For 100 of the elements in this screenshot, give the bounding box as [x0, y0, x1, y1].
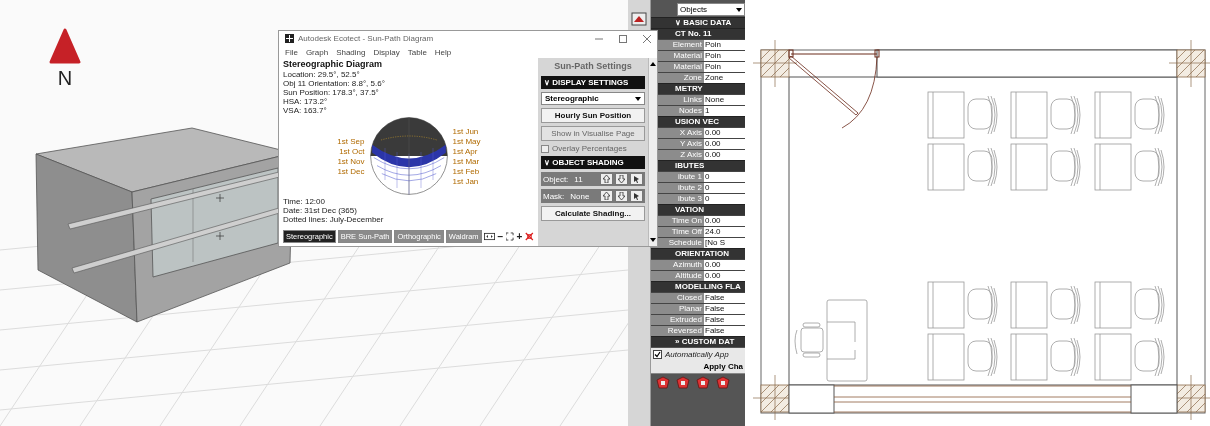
zoom-out-button[interactable]: −: [496, 231, 505, 242]
property-value[interactable]: 0: [704, 172, 745, 182]
menu-item[interactable]: Graph: [305, 47, 329, 57]
property-value[interactable]: 0.00: [704, 271, 745, 281]
property-label: Extruded: [651, 315, 704, 325]
down-arrow-icon: [618, 175, 625, 183]
month-label: 1st Sep: [337, 136, 365, 146]
month-label: 1st Dec: [337, 166, 365, 176]
property-value[interactable]: Poin: [704, 51, 745, 61]
property-value[interactable]: 1: [704, 106, 745, 116]
settings-title: Sun-Path Settings: [553, 60, 633, 73]
menu-item[interactable]: Shading: [336, 47, 366, 57]
maximize-icon[interactable]: [619, 34, 627, 43]
property-value[interactable]: 0.00: [704, 128, 745, 138]
property-label: Planar: [651, 304, 704, 314]
close-icon[interactable]: [643, 34, 651, 43]
property-label: Altitude: [651, 271, 704, 281]
property-value[interactable]: [No S: [704, 238, 745, 248]
menu-item[interactable]: Table: [407, 47, 427, 57]
section-header[interactable]: ∨ OBJECT SHADING: [541, 156, 645, 169]
month-label: 1st Jun: [452, 126, 480, 136]
toolbar-icon[interactable]: [655, 376, 671, 390]
month-label: 1st Feb: [452, 166, 481, 176]
view-dropdown[interactable]: Stereographic: [541, 92, 645, 105]
property-label: Azimuth: [651, 260, 704, 270]
settings-button[interactable]: Calculate Shading...: [541, 206, 645, 221]
property-value[interactable]: False: [704, 293, 745, 303]
property-value[interactable]: 0.00: [704, 139, 745, 149]
auto-apply-checkbox[interactable]: [653, 350, 662, 359]
property-value[interactable]: Zone: [704, 73, 745, 83]
menu-item[interactable]: File: [285, 47, 298, 57]
up-button[interactable]: [600, 173, 613, 185]
section-header[interactable]: ∨ DISPLAY SETTINGS: [541, 76, 645, 89]
diagram-info: Location: 29.5°, 52.5°: [283, 70, 361, 79]
property-value[interactable]: 0.00: [704, 216, 745, 226]
diagram-title: Stereographic Diagram: [283, 59, 384, 70]
north-arrow-icon: [49, 28, 81, 64]
menu-item[interactable]: Help: [434, 47, 452, 57]
diagram-info: Sun Position: 178.3°, 37.5°: [283, 88, 380, 97]
property-label: Closed: [651, 293, 704, 303]
stepper-label: Mask:: [543, 191, 565, 201]
north-label: N: [57, 68, 73, 88]
object-selector[interactable]: Objects: [677, 3, 745, 16]
property-value[interactable]: False: [704, 326, 745, 336]
settings-button[interactable]: Hourly Sun Position: [541, 108, 645, 123]
tab-scroll-icon[interactable]: [483, 232, 495, 241]
property-value[interactable]: 0.00: [704, 260, 745, 270]
property-value[interactable]: 0.00: [704, 150, 745, 160]
section-header[interactable]: ORIENTATION: [651, 248, 745, 259]
down-button[interactable]: [615, 173, 628, 185]
property-value[interactable]: 0: [704, 194, 745, 204]
caret-icon: [736, 7, 742, 12]
pointer-icon: [633, 192, 640, 200]
zoom-in-button[interactable]: +: [515, 231, 524, 242]
caret-icon: [635, 96, 641, 101]
property-value[interactable]: False: [704, 304, 745, 314]
stepper-label: Object:: [543, 174, 569, 184]
pick-button[interactable]: [630, 190, 643, 202]
section-header[interactable]: MODELLING FLA: [651, 281, 745, 292]
diagram-info: Obj 11 Orientation: 8.8°, 5.6°: [283, 79, 386, 88]
section-header[interactable]: ∨ BASIC DATA: [651, 17, 745, 28]
month-label: 1st Nov: [337, 156, 365, 166]
toolbar-icon[interactable]: [695, 376, 711, 390]
diagram-info: Time: 12:00: [283, 197, 326, 206]
up-button[interactable]: [600, 190, 613, 202]
up-arrow-icon: [603, 192, 610, 200]
month-label: 1st Apr: [452, 146, 479, 156]
toolbar-icon[interactable]: [675, 376, 691, 390]
pick-button[interactable]: [630, 173, 643, 185]
property-label: Reversed: [651, 326, 704, 336]
property-value[interactable]: 24.0: [704, 227, 745, 237]
reset-view-icon[interactable]: [525, 231, 534, 242]
property-value[interactable]: Poin: [704, 40, 745, 50]
property-value[interactable]: Poin: [704, 62, 745, 72]
month-label: 1st Oct: [339, 146, 365, 156]
menu-item[interactable]: Display: [373, 47, 400, 57]
property-value[interactable]: False: [704, 315, 745, 325]
stepper-value: None: [569, 191, 590, 201]
window-title: Autodesk Ecotect - Sun-Path Diagram: [298, 34, 434, 43]
up-arrow-icon: [603, 175, 610, 183]
section-header[interactable]: CT No. 11: [651, 28, 745, 39]
month-label: 1st May: [452, 136, 482, 146]
property-value[interactable]: 0: [704, 183, 745, 193]
app-logo-icon: [285, 34, 294, 43]
diagram-info: VSA: 163.7°: [283, 106, 328, 115]
diagram-info: Date: 31st Dec (365): [283, 206, 358, 215]
diagram-info: HSA: 173.2°: [283, 97, 329, 106]
overlay-label: Overlay Percentages: [552, 144, 627, 153]
down-arrow-icon: [618, 192, 625, 200]
down-button[interactable]: [615, 190, 628, 202]
toolbar-icon[interactable]: [630, 10, 648, 28]
toolbar-icon[interactable]: [715, 376, 731, 390]
property-value[interactable]: None: [704, 95, 745, 105]
stepper-value: 11: [573, 174, 583, 184]
fit-view-icon[interactable]: [506, 232, 514, 241]
pointer-icon: [633, 175, 640, 183]
month-label: 1st Jan: [452, 176, 480, 186]
section-header[interactable]: » CUSTOM DAT: [651, 336, 745, 347]
apply-button[interactable]: Apply Cha: [651, 361, 745, 374]
diagram-info: Dotted lines: July-December: [283, 215, 385, 224]
